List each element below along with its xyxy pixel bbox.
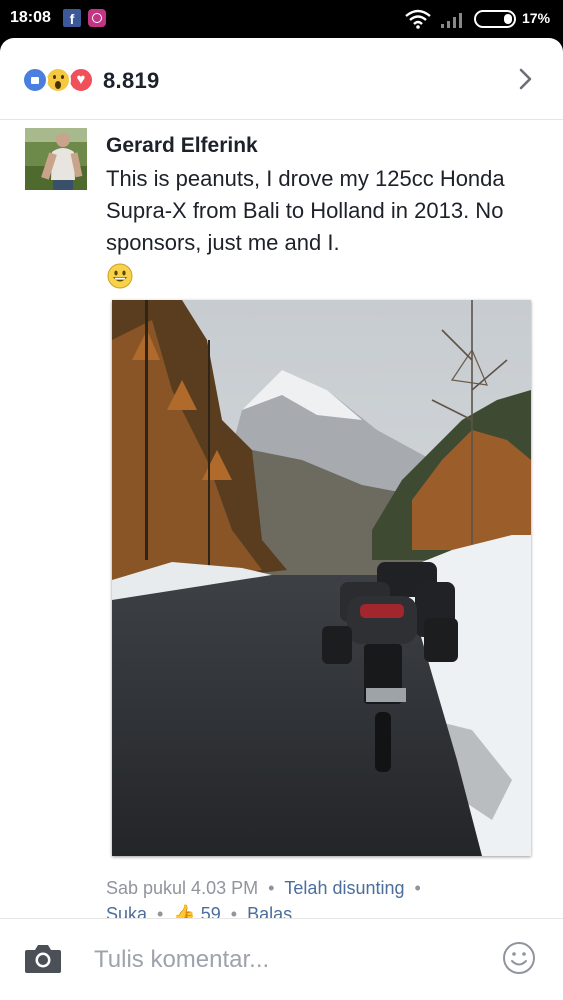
status-time: 18:08: [10, 9, 51, 26]
chevron-right-icon[interactable]: [512, 66, 538, 92]
camera-icon[interactable]: [23, 941, 63, 975]
separator-dot: •: [268, 878, 275, 898]
comment-text: This is peanuts, I drove my 125cc Honda …: [106, 166, 505, 255]
status-bar: 18:08 f 17%: [0, 0, 563, 38]
facebook-icon: f: [63, 9, 81, 27]
smiley-icon[interactable]: [502, 941, 536, 975]
comment-author[interactable]: Gerard Elferink: [106, 134, 258, 158]
comment-timestamp: Sab pukul 4.03 PM: [106, 878, 259, 898]
comments-sheet: 8.819 Gerard Elferink This is peanuts, I…: [0, 38, 563, 1000]
comment-composer: [0, 918, 563, 1000]
reaction-count: 8.819: [103, 68, 160, 93]
avatar[interactable]: [25, 128, 87, 190]
separator-dot: •: [157, 904, 164, 918]
separator-dot: •: [230, 904, 238, 918]
instagram-icon: [88, 9, 106, 27]
comment-actions: Suka • 👍 59 • Balas: [106, 904, 292, 918]
like-icon: [22, 67, 48, 93]
separator-dot: •: [414, 878, 421, 898]
wow-icon: [45, 67, 71, 93]
like-count[interactable]: 👍 59: [173, 904, 220, 918]
comment-photo[interactable]: [112, 300, 531, 856]
love-icon: [68, 67, 94, 93]
battery-icon: [474, 10, 516, 28]
battery-percent: 17%: [522, 10, 551, 26]
reactions-bar[interactable]: 8.819: [0, 38, 563, 120]
smiley-emoji: [107, 263, 133, 289]
edited-link[interactable]: Telah disunting: [284, 878, 404, 898]
reply-button[interactable]: Balas: [247, 904, 292, 918]
wifi-icon: [405, 9, 431, 29]
signal-icon: [441, 13, 462, 28]
comment-input[interactable]: [94, 940, 474, 980]
comment-meta: Sab pukul 4.03 PM • Telah disunting •: [106, 878, 431, 899]
like-button[interactable]: Suka: [106, 904, 147, 918]
like-count-value: 59: [200, 904, 221, 918]
